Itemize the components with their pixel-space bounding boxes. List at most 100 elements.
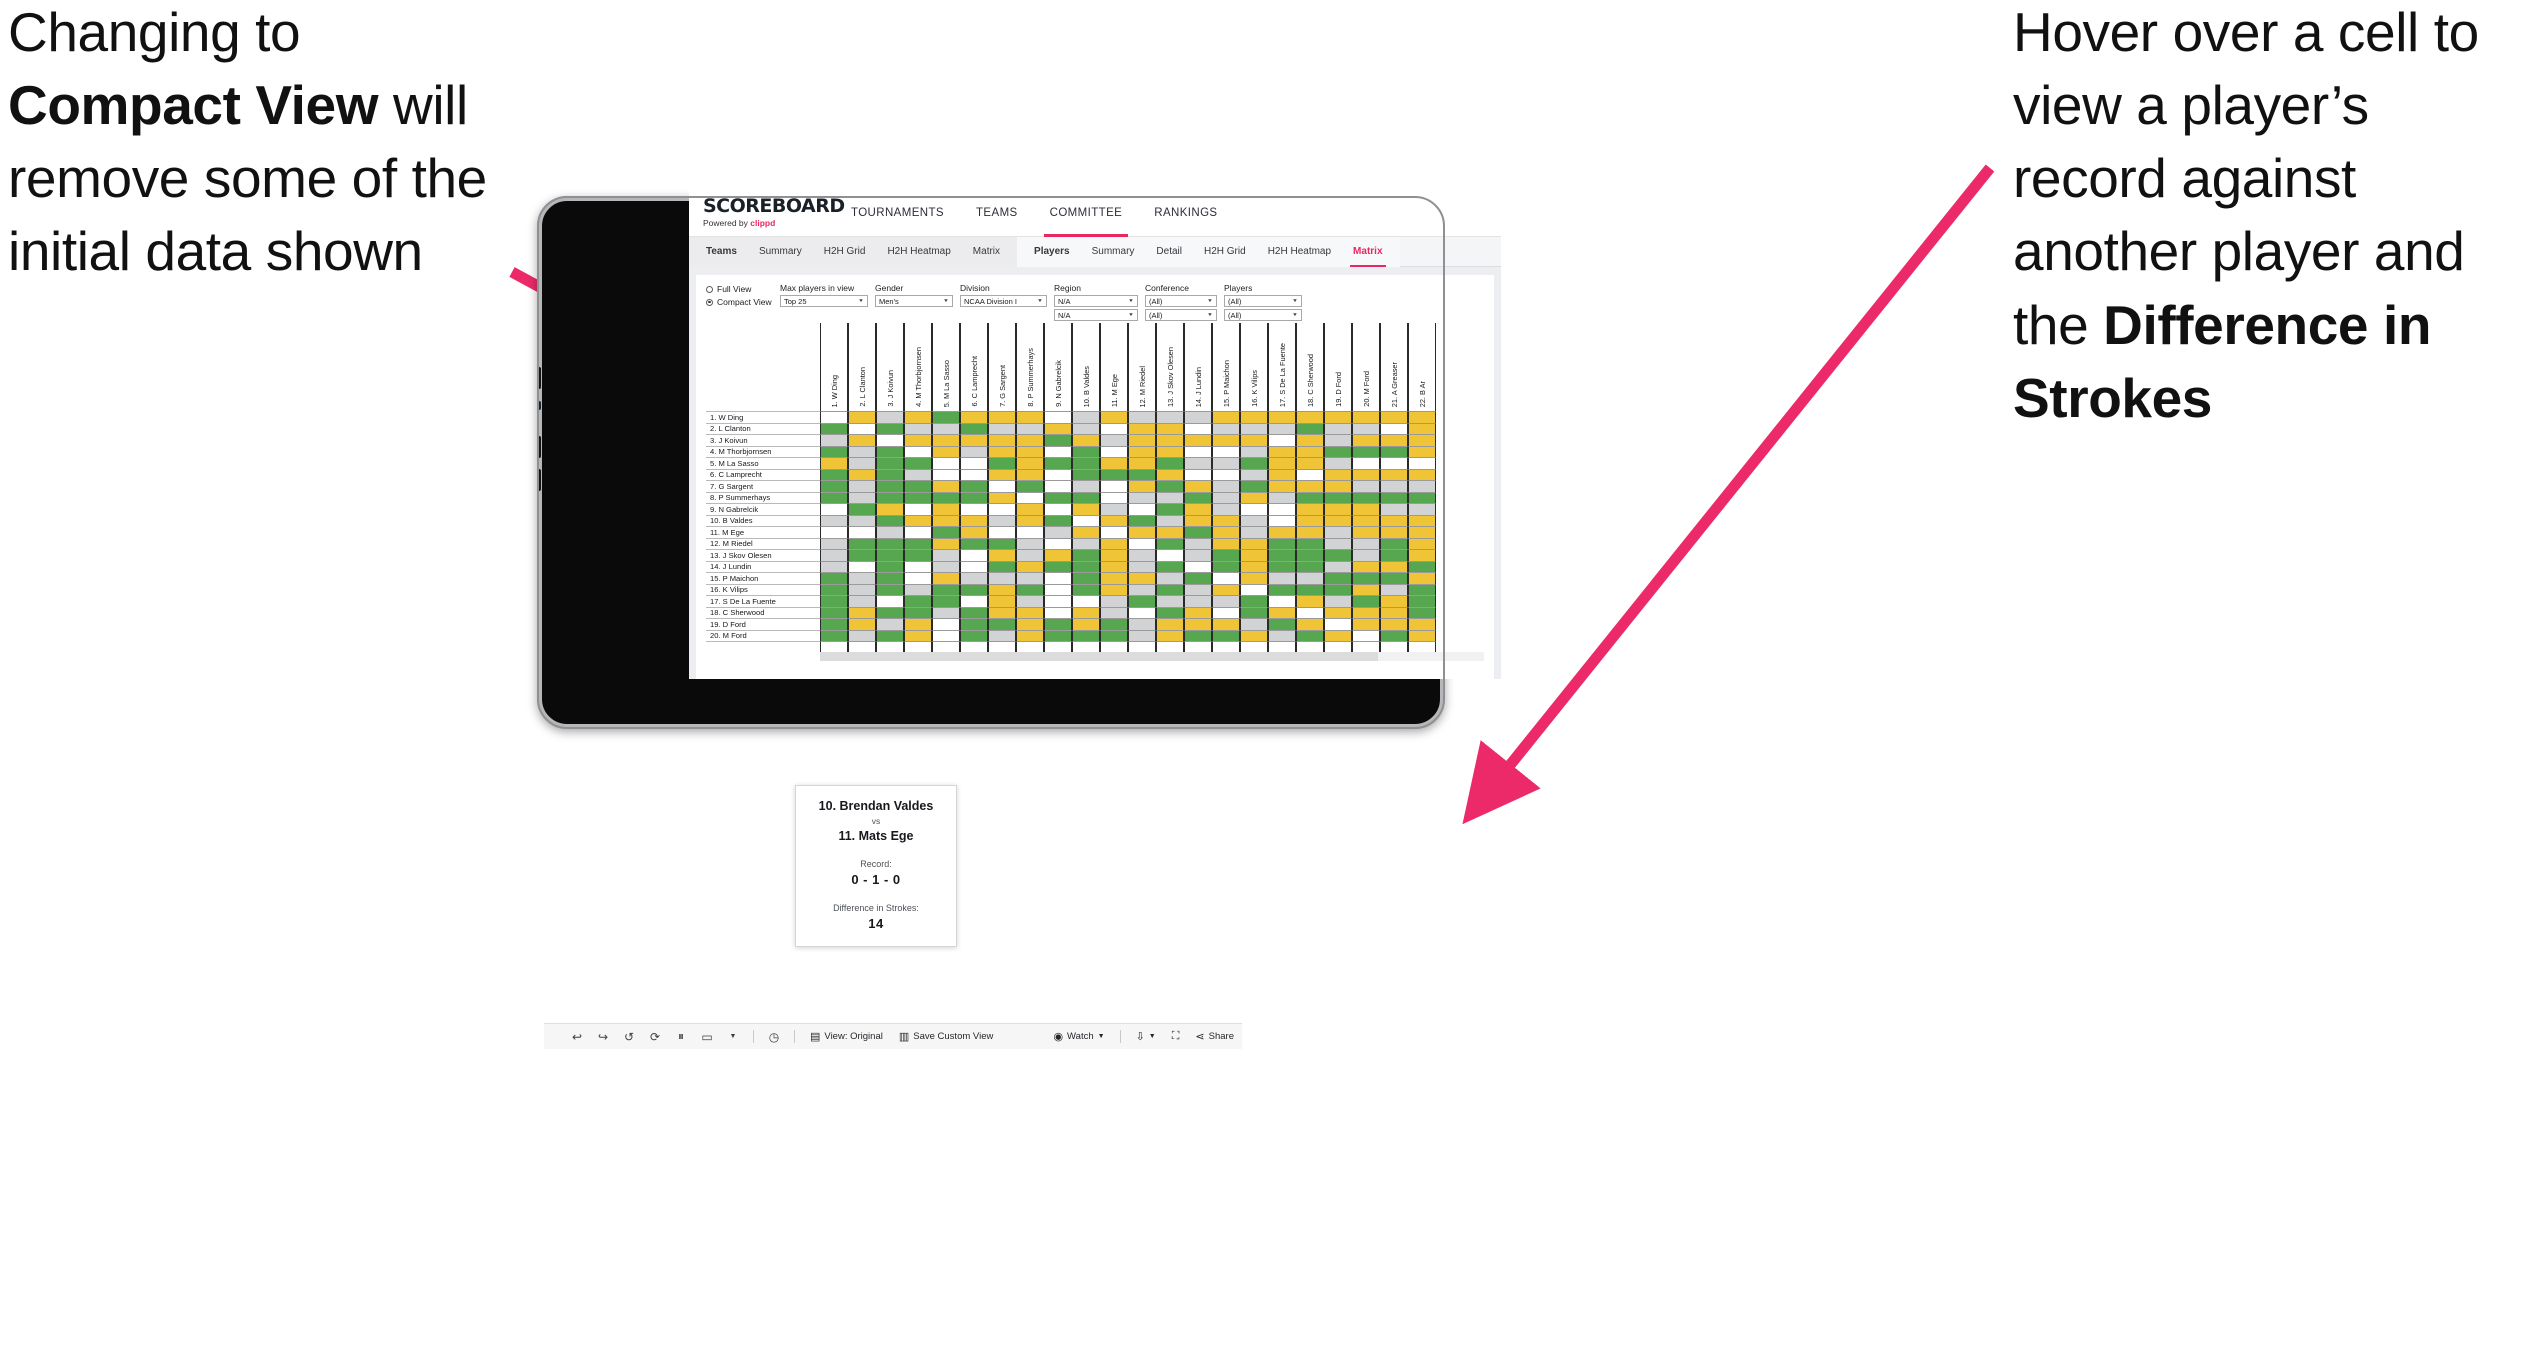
matrix-cell[interactable]	[848, 629, 876, 641]
matrix-cell[interactable]	[904, 411, 932, 423]
matrix-cell[interactable]	[1268, 560, 1296, 572]
matrix-cell[interactable]	[1408, 549, 1436, 561]
matrix-cell[interactable]	[1044, 457, 1072, 469]
fullscreen-button[interactable]: ⛶	[1164, 1024, 1188, 1050]
matrix-cell[interactable]	[960, 514, 988, 526]
matrix-cell[interactable]	[1408, 411, 1436, 423]
matrix-cell[interactable]	[1100, 445, 1128, 457]
filter-players-select-1[interactable]: (All) ▼	[1224, 295, 1302, 307]
matrix-cell[interactable]	[848, 572, 876, 584]
matrix-cell[interactable]	[1380, 480, 1408, 492]
matrix-cell[interactable]	[876, 560, 904, 572]
matrix-cell[interactable]	[960, 572, 988, 584]
matrix-cell[interactable]	[932, 560, 960, 572]
matrix-cell[interactable]	[848, 606, 876, 618]
matrix-cell[interactable]	[1100, 422, 1128, 434]
matrix-cell[interactable]	[1212, 583, 1240, 595]
nav-item-committee[interactable]: COMMITTEE	[1034, 189, 1139, 237]
matrix-cell[interactable]	[904, 526, 932, 538]
matrix-cell[interactable]	[1156, 480, 1184, 492]
matrix-cell[interactable]	[1156, 595, 1184, 607]
matrix-cell[interactable]	[1268, 445, 1296, 457]
matrix-cell[interactable]	[904, 583, 932, 595]
matrix-cell[interactable]	[1268, 549, 1296, 561]
matrix-cell[interactable]	[960, 468, 988, 480]
matrix-cell[interactable]	[1352, 526, 1380, 538]
filter-conference-select-2[interactable]: (All) ▼	[1145, 309, 1217, 321]
matrix-cell[interactable]	[1072, 468, 1100, 480]
matrix-cell[interactable]	[1408, 434, 1436, 446]
matrix-cell[interactable]	[876, 549, 904, 561]
matrix-cell[interactable]	[960, 445, 988, 457]
matrix-cell[interactable]	[1296, 583, 1324, 595]
matrix-cell[interactable]	[1240, 468, 1268, 480]
matrix-cell[interactable]	[1296, 572, 1324, 584]
matrix-cell[interactable]	[1296, 503, 1324, 515]
matrix-cell[interactable]	[1324, 606, 1352, 618]
matrix-cell[interactable]	[848, 560, 876, 572]
matrix-cell[interactable]	[1128, 537, 1156, 549]
matrix-cell[interactable]	[1128, 434, 1156, 446]
matrix-cell[interactable]	[1212, 606, 1240, 618]
matrix-cell[interactable]	[1156, 411, 1184, 423]
matrix-cell[interactable]	[1324, 491, 1352, 503]
sub-nav-players-h2h-heatmap[interactable]: H2H Heatmap	[1257, 237, 1342, 267]
sub-nav-teams-summary[interactable]: Summary	[748, 237, 813, 267]
matrix-cell[interactable]	[904, 514, 932, 526]
matrix-cell[interactable]	[1240, 526, 1268, 538]
share-button[interactable]: ⋖ Share	[1187, 1024, 1242, 1050]
matrix-cell[interactable]	[1016, 503, 1044, 515]
matrix-cell[interactable]	[1156, 468, 1184, 480]
matrix-cell[interactable]	[1156, 422, 1184, 434]
matrix-cell[interactable]	[848, 480, 876, 492]
nav-item-tournaments[interactable]: TOURNAMENTS	[835, 189, 960, 237]
matrix-cell[interactable]	[876, 583, 904, 595]
matrix-cell[interactable]	[904, 480, 932, 492]
matrix-cell[interactable]	[904, 595, 932, 607]
matrix-cell[interactable]	[904, 434, 932, 446]
matrix-cell[interactable]	[1324, 549, 1352, 561]
matrix-cell[interactable]	[988, 618, 1016, 630]
matrix-cell[interactable]	[904, 549, 932, 561]
matrix-cell[interactable]	[1128, 422, 1156, 434]
matrix-cell[interactable]	[960, 606, 988, 618]
tablet-volume-down-button[interactable]	[537, 436, 541, 458]
matrix-cell[interactable]	[960, 434, 988, 446]
matrix-cell[interactable]	[1324, 422, 1352, 434]
matrix-cell[interactable]	[904, 572, 932, 584]
matrix-cell[interactable]	[1268, 422, 1296, 434]
matrix-cell[interactable]	[904, 445, 932, 457]
matrix-cell[interactable]	[1380, 445, 1408, 457]
matrix-cell[interactable]	[1296, 537, 1324, 549]
matrix-cell[interactable]	[876, 618, 904, 630]
matrix-cell[interactable]	[1128, 629, 1156, 641]
matrix-cell[interactable]	[1184, 457, 1212, 469]
matrix-cell[interactable]	[932, 434, 960, 446]
matrix-cell[interactable]	[1352, 606, 1380, 618]
matrix-cell[interactable]	[1184, 572, 1212, 584]
matrix-cell[interactable]	[1352, 629, 1380, 641]
matrix-cell[interactable]	[1016, 514, 1044, 526]
matrix-cell[interactable]	[1100, 480, 1128, 492]
matrix-cell[interactable]	[1324, 480, 1352, 492]
matrix-cell[interactable]	[848, 491, 876, 503]
matrix-cell[interactable]	[1296, 526, 1324, 538]
matrix-cell[interactable]	[1044, 595, 1072, 607]
matrix-cell[interactable]	[1072, 491, 1100, 503]
matrix-cell[interactable]	[904, 422, 932, 434]
matrix-cell[interactable]	[1100, 503, 1128, 515]
matrix-cell[interactable]	[1380, 422, 1408, 434]
matrix-cell[interactable]	[1072, 526, 1100, 538]
matrix-cell[interactable]	[1240, 434, 1268, 446]
matrix-cell[interactable]	[1016, 411, 1044, 423]
matrix-cell[interactable]	[1352, 480, 1380, 492]
matrix-cell[interactable]	[1156, 445, 1184, 457]
pause-icon[interactable]: ⏸	[668, 1024, 694, 1050]
matrix-cell[interactable]	[1352, 572, 1380, 584]
matrix-cell[interactable]	[876, 514, 904, 526]
matrix-cell[interactable]	[1324, 445, 1352, 457]
matrix-cell[interactable]	[1240, 480, 1268, 492]
matrix-cell[interactable]	[1380, 618, 1408, 630]
matrix-cell[interactable]	[820, 468, 848, 480]
matrix-cell[interactable]	[848, 514, 876, 526]
